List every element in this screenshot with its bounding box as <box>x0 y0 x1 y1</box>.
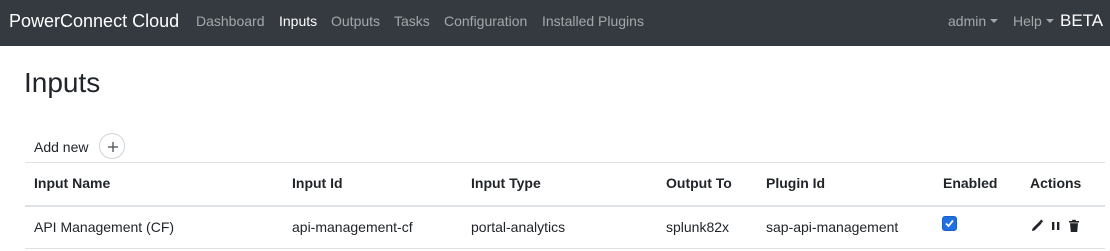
enabled-checkbox[interactable] <box>942 216 957 231</box>
delete-button[interactable] <box>1067 219 1081 233</box>
delete-icon <box>1069 219 1079 232</box>
plus-icon <box>108 142 118 152</box>
nav-item-configuration[interactable]: Configuration <box>444 13 527 30</box>
column-header-plugin-id: Plugin Id <box>766 175 826 191</box>
user-menu-label: admin <box>948 13 987 29</box>
column-header-input-type: Input Type <box>471 175 541 191</box>
nav-item-outputs[interactable]: Outputs <box>331 13 380 30</box>
help-menu-label: Help <box>1013 13 1042 29</box>
cell-input-name: API Management (CF) <box>34 219 175 235</box>
nav-item-inputs[interactable]: Inputs <box>279 13 317 30</box>
pause-button[interactable] <box>1049 219 1063 233</box>
user-menu[interactable]: admin <box>948 13 999 30</box>
table-bottom-border <box>25 248 1105 249</box>
chevron-down-icon <box>990 19 999 24</box>
brand-title[interactable]: PowerConnect Cloud <box>9 10 179 32</box>
pause-icon <box>1052 222 1060 230</box>
beta-badge: BETA <box>1060 11 1104 30</box>
add-new-button[interactable] <box>99 133 125 159</box>
nav-item-installed-plugins[interactable]: Installed Plugins <box>542 13 644 30</box>
edit-icon <box>1032 219 1044 231</box>
column-header-input-id: Input Id <box>292 175 343 191</box>
top-navbar: PowerConnect Cloud Dashboard Inputs Outp… <box>0 0 1110 46</box>
chevron-down-icon <box>1045 19 1054 24</box>
table-top-border <box>25 162 1105 163</box>
add-new-label: Add new <box>34 139 89 155</box>
check-icon <box>945 219 954 228</box>
column-header-input-name: Input Name <box>34 175 111 191</box>
nav-item-dashboard[interactable]: Dashboard <box>196 13 265 30</box>
table-header-border <box>25 205 1105 207</box>
edit-button[interactable] <box>1030 219 1044 233</box>
help-menu[interactable]: Help <box>1013 13 1054 30</box>
cell-input-type: portal-analytics <box>471 219 566 235</box>
nav-item-tasks[interactable]: Tasks <box>394 13 430 30</box>
page-title: Inputs <box>24 67 101 98</box>
cell-output-to: splunk82x <box>666 219 730 235</box>
cell-plugin-id: sap-api-management <box>766 219 899 235</box>
column-header-output-to: Output To <box>666 175 732 191</box>
column-header-actions: Actions <box>1030 175 1082 191</box>
cell-input-id: api-management-cf <box>292 219 413 235</box>
column-header-enabled: Enabled <box>943 175 998 191</box>
